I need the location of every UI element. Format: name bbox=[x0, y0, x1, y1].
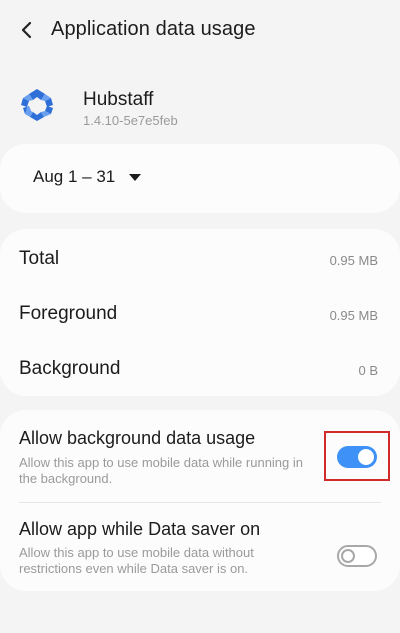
usage-value: 0.95 MB bbox=[329, 253, 378, 268]
toggle-knob bbox=[341, 549, 355, 563]
period-card: Aug 1 – 31 bbox=[0, 144, 400, 213]
app-name: Hubstaff bbox=[83, 89, 154, 110]
usage-value: 0 B bbox=[358, 363, 378, 378]
app-version: 1.4.10-5e7e5feb bbox=[83, 113, 178, 128]
setting-title: Allow app while Data saver on bbox=[19, 519, 261, 539]
hubstaff-logo-icon bbox=[21, 89, 53, 121]
chevron-left-icon bbox=[21, 21, 32, 39]
usage-row-total: Total 0.95 MB bbox=[0, 231, 400, 287]
usage-label: Background bbox=[19, 358, 121, 379]
usage-row-foreground: Foreground 0.95 MB bbox=[0, 286, 400, 342]
usage-row-background: Background 0 B bbox=[0, 341, 400, 397]
top-app-bar: Application data usage bbox=[0, 0, 400, 62]
highlight-box bbox=[324, 431, 390, 481]
usage-label: Total bbox=[19, 248, 60, 269]
setting-title: Allow background data usage bbox=[19, 428, 256, 448]
usage-value: 0.95 MB bbox=[329, 308, 378, 323]
data-saver-row[interactable]: Allow app while Data saver on Allow this… bbox=[0, 503, 400, 591]
setting-description: Allow this app to use mobile data withou… bbox=[19, 545, 254, 576]
period-dropdown[interactable]: Aug 1 – 31 bbox=[33, 167, 142, 187]
usage-label: Foreground bbox=[19, 303, 118, 324]
back-button[interactable] bbox=[14, 17, 40, 43]
period-label: Aug 1 – 31 bbox=[33, 167, 116, 186]
setting-description: Allow this app to use mobile data while … bbox=[19, 455, 304, 486]
usage-card: Total 0.95 MB Foreground 0.95 MB Backgro… bbox=[0, 229, 400, 396]
caret-down-icon bbox=[129, 173, 142, 181]
page-title: Application data usage bbox=[51, 18, 256, 40]
data-saver-toggle[interactable] bbox=[337, 545, 377, 567]
app-info: Hubstaff 1.4.10-5e7e5feb bbox=[0, 80, 400, 136]
